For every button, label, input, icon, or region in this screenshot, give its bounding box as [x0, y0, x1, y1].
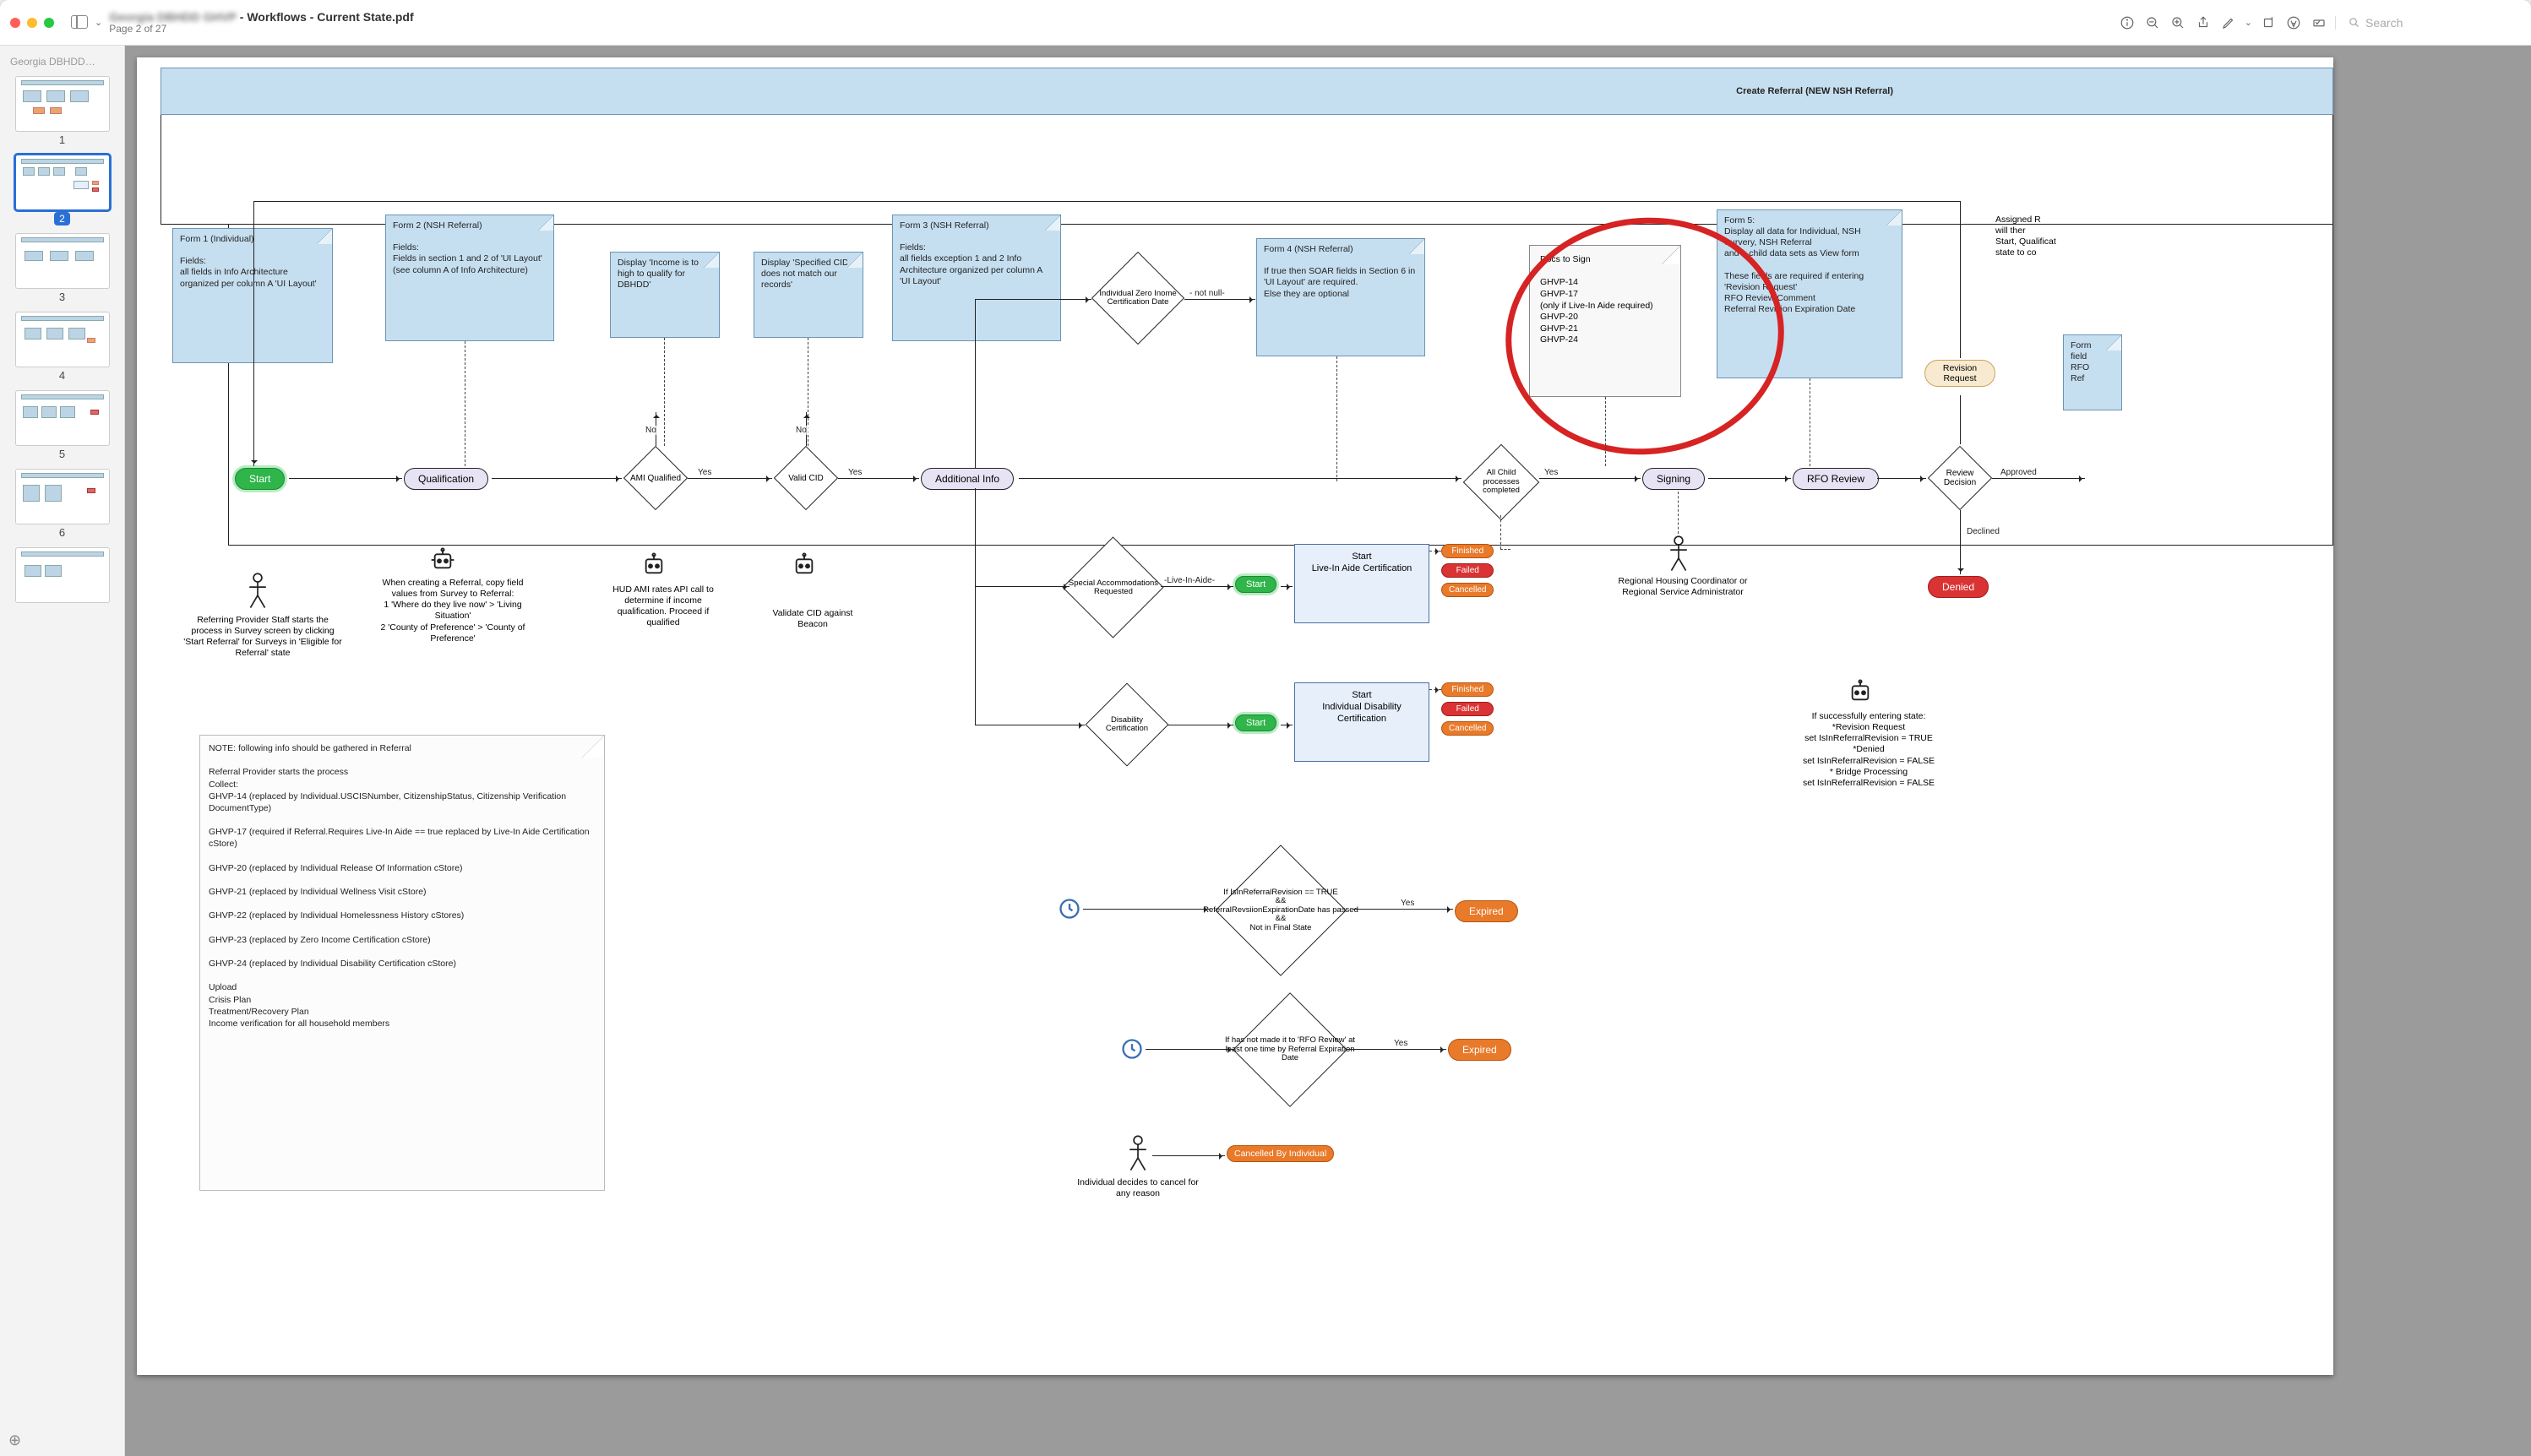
actor-icon [1666, 535, 1691, 577]
zoom-in-icon[interactable] [2169, 14, 2187, 32]
state-expired-2: Expired [1448, 1039, 1511, 1061]
thumb-label-3: 3 [0, 291, 124, 303]
note-form-cutoff: Form field RFO Ref [2063, 334, 2122, 410]
zoom-out-icon[interactable] [2143, 14, 2162, 32]
document-title: Georgia DBHDD GHVP - Workflows - Current… [109, 10, 413, 35]
caption-validate: Validate CID against Beacon [762, 608, 863, 630]
zoom-icon[interactable] [44, 18, 54, 28]
preview-window: ⌄ Georgia DBHDD GHVP - Workflows - Curre… [0, 0, 2531, 1456]
state-start-liveaide: Start [1235, 576, 1276, 593]
decision-exp-revision: If IsInReferralRevision == TRUE && Refer… [1196, 851, 1365, 970]
page-thumb-7[interactable] [15, 547, 110, 603]
titlebar: ⌄ Georgia DBHDD GHVP - Workflows - Curre… [0, 0, 2531, 46]
page-indicator: Page 2 of 27 [109, 24, 413, 35]
robot-icon [429, 547, 456, 577]
share-icon[interactable] [2194, 14, 2213, 32]
decision-review: Review Decision [1928, 446, 1992, 510]
sidebar-menu-chevron-icon[interactable]: ⌄ [95, 17, 102, 28]
close-icon[interactable] [10, 18, 20, 28]
minimize-icon[interactable] [27, 18, 37, 28]
state-rfo-review: RFO Review [1793, 468, 1879, 490]
note-cid: Display 'Specified CID does not match ou… [754, 252, 863, 338]
add-page-icon[interactable]: ⊕ [8, 1432, 21, 1449]
state-qualification: Qualification [404, 468, 488, 490]
decision-exp-rfo: If has not made it to 'RFO Review' at le… [1218, 995, 1362, 1105]
page-thumb-5[interactable] [15, 390, 110, 446]
thumb-label-6: 6 [0, 526, 124, 539]
page-thumb-1[interactable] [15, 76, 110, 132]
timer-icon [1120, 1037, 1144, 1065]
thumb-label-4: 4 [0, 369, 124, 382]
subproc-liveaide: Start Live-In Aide Certification [1294, 544, 1429, 623]
actor-icon [1125, 1135, 1151, 1176]
search-field[interactable]: Search [2335, 16, 2521, 30]
caption-rhc-rsa: Regional Housing Coordinator or Regional… [1607, 576, 1759, 598]
pdf-page: Create Referral (NEW NSH Referral) Form … [137, 57, 2333, 1375]
toggle-sidebar-icon[interactable] [71, 15, 88, 29]
decision-special-accom: Special Accommodations Requested [1063, 537, 1164, 638]
caption-referring: Referring Provider Staff starts the proc… [182, 615, 343, 660]
decision-child-complete: All Child processes completed [1463, 444, 1539, 520]
disability-outcomes: Finished Failed Cancelled [1441, 682, 1494, 736]
search-icon [2348, 16, 2360, 29]
note-form4: Form 4 (NSH Referral) If true then SOAR … [1256, 238, 1425, 356]
page-thumb-6[interactable] [15, 469, 110, 524]
page-thumb-3[interactable] [15, 233, 110, 289]
document-viewport[interactable]: Create Referral (NEW NSH Referral) Form … [125, 46, 2531, 1456]
note-form3: Form 3 (NSH Referral) Fields: all fields… [892, 215, 1061, 341]
decision-zero-income: Individual Zero Inome Certification Date [1091, 252, 1184, 345]
sidebar-doc-name: Georgia DBHDD… [0, 52, 124, 73]
caption-copy-values: When creating a Referral, copy field val… [368, 578, 537, 644]
page-thumb-4[interactable] [15, 312, 110, 367]
decision-disability-cert: Disability Certification [1085, 682, 1169, 767]
highlight-icon[interactable] [2284, 14, 2303, 32]
robot-icon [791, 552, 818, 582]
state-expired-1: Expired [1455, 900, 1518, 922]
caption-set-flags: If successfully entering state: *Revisio… [1767, 711, 1970, 789]
state-cancelled-by-individual: Cancelled By Individual [1227, 1145, 1334, 1162]
note-assigned-cutoff: Assigned R will ther Start, Qualificat s… [1995, 215, 2122, 259]
actor-icon [245, 573, 270, 614]
traffic-lights [10, 18, 54, 28]
state-denied: Denied [1928, 576, 1989, 598]
timer-icon [1058, 897, 1081, 925]
rotate-icon[interactable] [2259, 14, 2278, 32]
state-revision-request: Revision Request [1924, 360, 1995, 387]
thumb-label-5: 5 [0, 448, 124, 460]
markup-icon[interactable] [2219, 14, 2238, 32]
page-thumb-2[interactable] [15, 155, 110, 210]
caption-hud: HUD AMI rates API call to determine if i… [600, 584, 727, 629]
note-form2: Form 2 (NSH Referral) Fields: Fields in … [385, 215, 554, 341]
note-income: Display 'Income is to high to qualify fo… [610, 252, 720, 338]
state-start-disability: Start [1235, 714, 1276, 731]
robot-icon [640, 552, 667, 582]
subproc-disability: Start Individual Disability Certificatio… [1294, 682, 1429, 762]
state-start: Start [235, 468, 285, 490]
state-signing: Signing [1642, 468, 1705, 490]
swimlane-header: Create Referral (NEW NSH Referral) [161, 68, 2333, 115]
thumbnail-sidebar[interactable]: Georgia DBHDD… 1 2 [0, 46, 125, 1456]
thumb-label-2: 2 [0, 212, 124, 225]
decision-ami: AMI Qualified [623, 446, 688, 510]
note-form1: Form 1 (Individual) Fields: all fields i… [172, 228, 333, 363]
markup-menu-chevron-icon[interactable]: ⌄ [2245, 17, 2252, 28]
robot-icon [1847, 679, 1874, 709]
caption-ind-cancel: Individual decides to cancel for any rea… [1075, 1177, 1201, 1199]
decision-validcid: Valid CID [774, 446, 838, 510]
liveaide-outcomes: Finished Failed Cancelled [1441, 544, 1494, 597]
note-block: NOTE: following info should be gathered … [199, 735, 605, 1191]
form-icon[interactable] [2310, 14, 2328, 32]
info-icon[interactable] [2118, 14, 2136, 32]
state-additional-info: Additional Info [921, 468, 1014, 490]
thumb-label-1: 1 [0, 133, 124, 146]
